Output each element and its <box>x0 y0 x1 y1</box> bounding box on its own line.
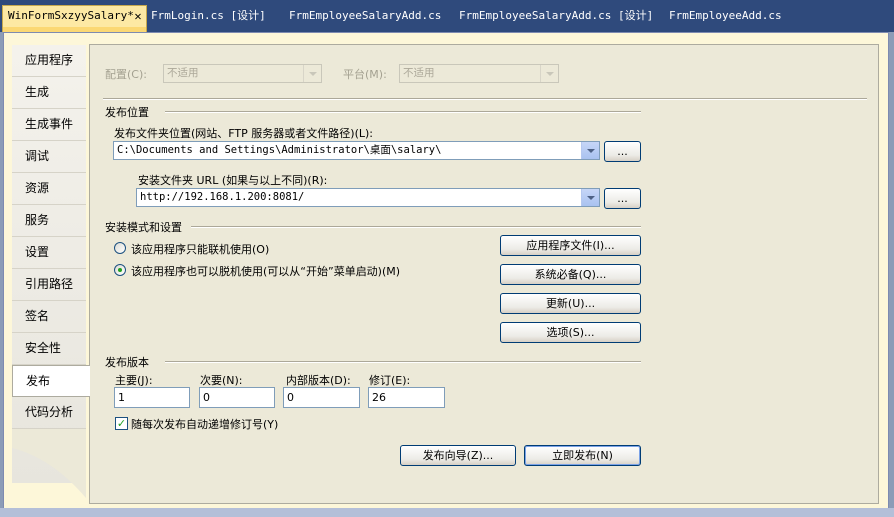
publish-wizard-button[interactable]: 发布向导(Z)... <box>400 445 516 466</box>
section-divider <box>191 226 641 228</box>
close-icon[interactable]: ✕ <box>131 6 145 26</box>
install-url-value: http://192.168.1.200:8081/ <box>140 191 305 203</box>
nav-item-reference-paths[interactable]: 引用路径 <box>12 269 86 301</box>
offline-radio[interactable] <box>114 264 126 276</box>
nav-item-build[interactable]: 生成 <box>12 77 86 109</box>
section-divider <box>165 111 641 113</box>
platform-value: 不适用 <box>403 67 435 79</box>
dropdown-arrow-icon[interactable] <box>581 189 599 206</box>
auto-increment-checkbox[interactable]: ✓ <box>115 417 128 430</box>
document-tab-strip: WinFormSxzyySalary* ✕ FrmLogin.cs [设计] F… <box>0 0 894 32</box>
config-value: 不适用 <box>167 67 199 79</box>
prerequisites-button[interactable]: 系统必备(Q)... <box>500 264 641 285</box>
section-publish-version: 发布版本 <box>105 356 149 369</box>
nav-item-resources[interactable]: 资源 <box>12 173 86 205</box>
platform-label: 平台(M): <box>343 68 387 81</box>
nav-item-security[interactable]: 安全性 <box>12 333 86 365</box>
publish-now-button[interactable]: 立即发布(N) <box>524 445 641 466</box>
publish-folder-value: C:\Documents and Settings\Administrator\… <box>117 144 442 156</box>
section-install-mode: 安装模式和设置 <box>105 221 182 234</box>
nav-item-settings[interactable]: 设置 <box>12 237 86 269</box>
auto-increment-label[interactable]: 随每次发布自动递增修订号(Y) <box>131 416 278 432</box>
config-label: 配置(C): <box>105 68 147 81</box>
nav-item-services[interactable]: 服务 <box>12 205 86 237</box>
publish-folder-label: 发布文件夹位置(网站、FTP 服务器或者文件路径)(L): <box>114 127 373 140</box>
nav-item-signing[interactable]: 签名 <box>12 301 86 333</box>
tab-frmemployeeadd-cs[interactable]: FrmEmployeeAdd.cs <box>669 6 782 26</box>
tab-label: FrmEmployeeSalaryAdd.cs [设计] <box>459 9 654 22</box>
tab-label: FrmLogin.cs [设计] <box>151 9 266 22</box>
tab-label: FrmEmployeeAdd.cs <box>669 9 782 22</box>
application-files-button[interactable]: 应用程序文件(I)... <box>500 235 641 256</box>
platform-select: 不适用 <box>399 64 559 83</box>
build-input[interactable]: 0 <box>283 387 360 408</box>
publish-page: 配置(C): 不适用 平台(M): 不适用 发布位置 发布文件夹位置(网站、FT… <box>89 44 879 504</box>
major-label: 主要(J): <box>115 374 153 387</box>
offline-label[interactable]: 该应用程序也可以脱机使用(可以从“开始”菜单启动)(M) <box>131 263 400 279</box>
nav-curve-decoration <box>12 428 86 498</box>
dropdown-arrow-icon[interactable] <box>581 142 599 159</box>
minor-label: 次要(N): <box>200 374 243 387</box>
browse-url-button[interactable]: ... <box>604 188 641 209</box>
browse-folder-button[interactable]: ... <box>604 141 641 162</box>
nav-item-code-analysis[interactable]: 代码分析 <box>12 397 86 429</box>
tab-label: FrmEmployeeSalaryAdd.cs <box>289 9 442 22</box>
online-only-label[interactable]: 该应用程序只能联机使用(O) <box>131 241 269 257</box>
nav-item-publish[interactable]: 发布 <box>12 365 90 397</box>
build-label: 内部版本(D): <box>286 374 351 387</box>
dropdown-arrow-icon <box>540 65 558 82</box>
tab-label: WinFormSxzyySalary* <box>8 9 134 22</box>
tab-winformsxzyysalary[interactable]: WinFormSxzyySalary* ✕ <box>2 5 147 32</box>
nav-item-application[interactable]: 应用程序 <box>12 45 86 77</box>
dropdown-arrow-icon <box>303 65 321 82</box>
tab-frmlogin-design[interactable]: FrmLogin.cs [设计] <box>151 6 266 26</box>
nav-item-build-events[interactable]: 生成事件 <box>12 109 86 141</box>
revision-input[interactable]: 26 <box>368 387 445 408</box>
online-only-radio[interactable] <box>114 242 126 254</box>
major-input[interactable]: 1 <box>114 387 190 408</box>
install-url-label: 安装文件夹 URL (如果与以上不同)(R): <box>138 174 328 187</box>
nav-item-debug[interactable]: 调试 <box>12 141 86 173</box>
section-publish-location: 发布位置 <box>105 106 149 119</box>
divider <box>103 98 867 100</box>
revision-label: 修订(E): <box>369 374 411 387</box>
tab-frmemployeesalaryadd-design[interactable]: FrmEmployeeSalaryAdd.cs [设计] <box>459 6 653 26</box>
install-url-combo[interactable]: http://192.168.1.200:8081/ <box>136 188 600 207</box>
tab-frmemployeesalaryadd-cs[interactable]: FrmEmployeeSalaryAdd.cs <box>289 6 441 26</box>
config-select: 不适用 <box>163 64 322 83</box>
updates-button[interactable]: 更新(U)... <box>500 293 641 314</box>
options-button[interactable]: 选项(S)... <box>500 322 641 343</box>
bottom-strip <box>0 508 894 517</box>
publish-folder-combo[interactable]: C:\Documents and Settings\Administrator\… <box>113 141 600 160</box>
minor-input[interactable]: 0 <box>199 387 275 408</box>
section-divider <box>165 361 641 363</box>
